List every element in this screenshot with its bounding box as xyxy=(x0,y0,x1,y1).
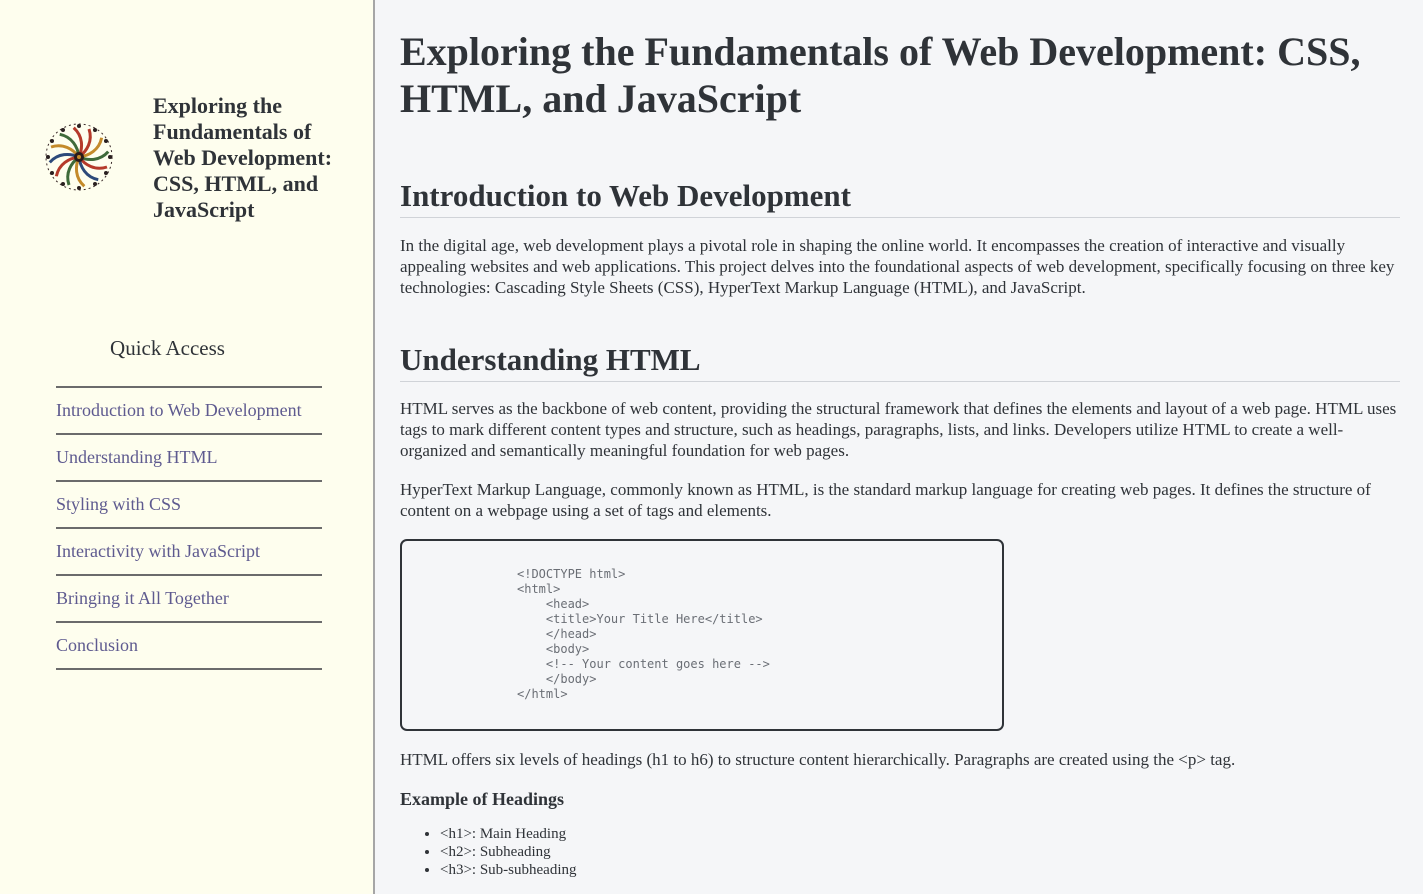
nav-link-understanding-html[interactable]: Understanding HTML xyxy=(56,447,217,468)
mandala-logo-icon xyxy=(42,121,116,193)
nav-item: Understanding HTML xyxy=(56,435,322,482)
section-heading-introduction: Introduction to Web Development xyxy=(400,178,1400,218)
quick-access-nav: Introduction to Web Development Understa… xyxy=(56,386,322,670)
sidebar: Exploring the Fundamentals of Web Develo… xyxy=(0,0,375,894)
nav-link-styling-css[interactable]: Styling with CSS xyxy=(56,494,181,515)
list-item: <h1>: Main Heading xyxy=(440,825,1400,843)
nav-link-interactivity-js[interactable]: Interactivity with JavaScript xyxy=(56,541,260,562)
nav-link-conclusion[interactable]: Conclusion xyxy=(56,635,138,656)
nav-link-bringing-together[interactable]: Bringing it All Together xyxy=(56,588,229,609)
html-paragraph-3: HTML offers six levels of headings (h1 t… xyxy=(400,750,1236,769)
quick-access-title: Quick Access xyxy=(110,336,225,360)
nav-item: Introduction to Web Development xyxy=(56,388,322,435)
section-heading-understanding-html: Understanding HTML xyxy=(400,342,1400,382)
nav-item: Styling with CSS xyxy=(56,482,322,529)
main-content: Exploring the Fundamentals of Web Develo… xyxy=(400,0,1400,879)
page-title: Exploring the Fundamentals of Web Develo… xyxy=(400,29,1361,121)
example-headings-list: <h1>: Main Heading <h2>: Subheading <h3>… xyxy=(400,825,1400,879)
nav-item: Bringing it All Together xyxy=(56,576,322,623)
nav-item: Conclusion xyxy=(56,623,322,670)
nav-link-introduction[interactable]: Introduction to Web Development xyxy=(56,400,302,421)
intro-paragraph: In the digital age, web development play… xyxy=(400,236,1395,297)
code-block: <!DOCTYPE html> <html> <head> <title>You… xyxy=(400,539,1004,731)
list-item: <h3>: Sub-subheading xyxy=(440,861,1400,879)
nav-item: Interactivity with JavaScript xyxy=(56,529,322,576)
code-snippet: <!DOCTYPE html> <html> <head> <title>You… xyxy=(517,567,770,701)
list-item: <h2>: Subheading xyxy=(440,843,1400,861)
html-paragraph-1: HTML serves as the backbone of web conte… xyxy=(400,399,1397,460)
html-paragraph-2: HyperText Markup Language, commonly know… xyxy=(400,480,1371,520)
example-headings-title: Example of Headings xyxy=(400,789,565,809)
site-title: Exploring the Fundamentals of Web Develo… xyxy=(153,93,333,222)
